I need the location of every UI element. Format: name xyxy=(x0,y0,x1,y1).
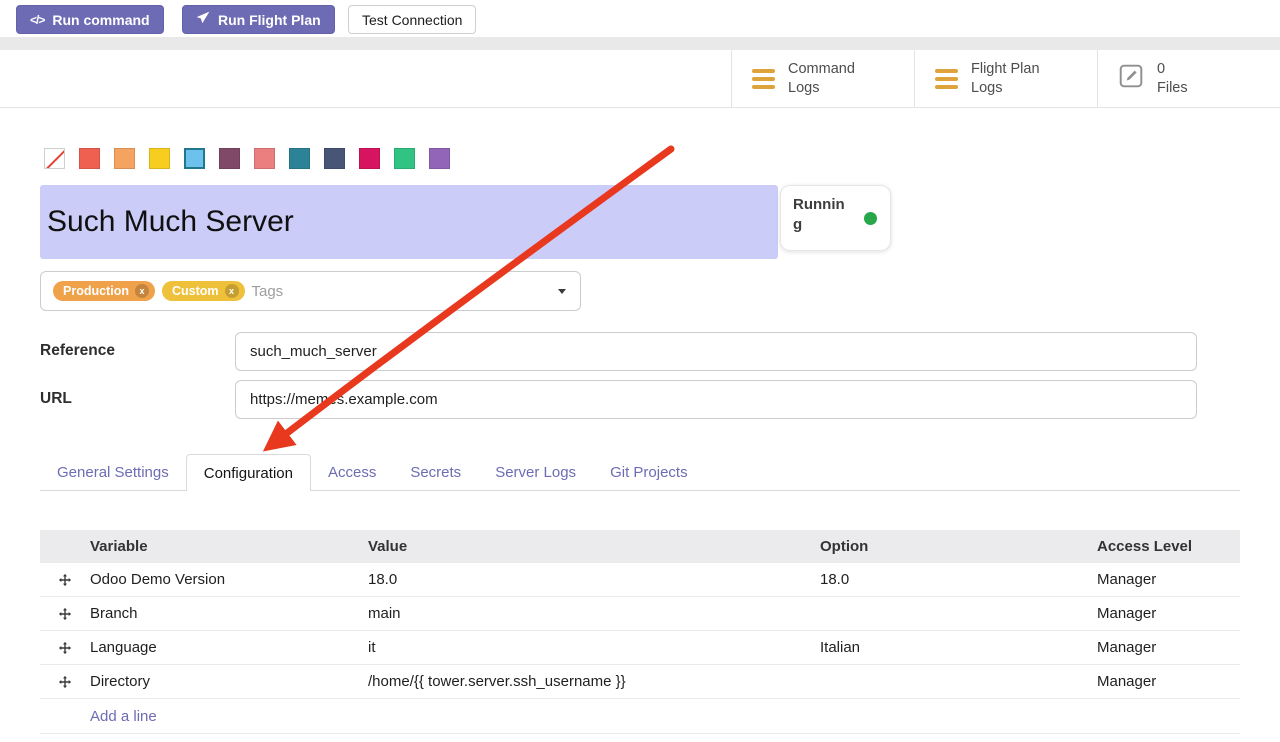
tags-field[interactable]: Production x Custom x Tags xyxy=(40,271,581,311)
table-body: Odoo Demo Version 18.0 18.0 Manager Bran… xyxy=(40,563,1240,699)
swatch-no-color[interactable] xyxy=(44,148,65,169)
run-flight-plan-label: Run Flight Plan xyxy=(218,12,321,28)
column-header-variable: Variable xyxy=(90,538,368,555)
table-header-row: Variable Value Option Access Level xyxy=(40,530,1240,563)
remove-tag-icon[interactable]: x xyxy=(225,284,239,298)
status-dot-icon xyxy=(864,212,877,225)
add-line-link[interactable]: Add a line xyxy=(90,708,157,725)
swatch-yellow[interactable] xyxy=(149,148,170,169)
cell-variable[interactable]: Branch xyxy=(90,605,368,622)
run-command-button[interactable]: </> Run command xyxy=(16,5,164,34)
add-line-row: Add a line xyxy=(40,699,1240,734)
server-name-input[interactable]: Such Much Server xyxy=(40,185,778,259)
paper-plane-icon xyxy=(196,11,210,28)
swatch-navy[interactable] xyxy=(324,148,345,169)
tag-production: Production x xyxy=(53,281,155,301)
tab-secrets[interactable]: Secrets xyxy=(393,454,478,491)
cell-option[interactable]: 18.0 xyxy=(820,571,1097,588)
status-button[interactable]: Running xyxy=(780,185,891,251)
remove-tag-icon[interactable]: x xyxy=(135,284,149,298)
server-name-text: Such Much Server xyxy=(47,205,294,239)
url-label: URL xyxy=(40,390,72,408)
drag-handle-icon[interactable] xyxy=(40,675,90,689)
edit-icon xyxy=(1118,63,1144,94)
column-header-access-level: Access Level xyxy=(1097,538,1240,555)
command-logs-label: Command Logs xyxy=(788,60,855,98)
column-header-value: Value xyxy=(368,538,820,555)
cell-access-level[interactable]: Manager xyxy=(1097,673,1240,690)
cell-value[interactable]: it xyxy=(368,639,820,656)
cell-variable[interactable]: Language xyxy=(90,639,368,656)
table-row[interactable]: Branch main Manager xyxy=(40,597,1240,631)
command-logs-button[interactable]: Command Logs xyxy=(731,50,914,107)
cell-value[interactable]: 18.0 xyxy=(368,571,820,588)
tab-git-projects[interactable]: Git Projects xyxy=(593,454,705,491)
cell-value[interactable]: /home/{{ tower.server.ssh_username }} xyxy=(368,673,820,690)
drag-handle-icon[interactable] xyxy=(40,607,90,621)
divider-strip xyxy=(0,37,1280,50)
table-row[interactable]: Odoo Demo Version 18.0 18.0 Manager xyxy=(40,563,1240,597)
chevron-down-icon[interactable] xyxy=(558,289,566,294)
list-icon xyxy=(935,69,958,89)
tags-placeholder: Tags xyxy=(252,283,284,300)
server-page: </> Run command Run Flight Plan Test Con… xyxy=(0,0,1280,742)
tag-custom: Custom x xyxy=(162,281,245,301)
swatch-cyan-selected[interactable] xyxy=(184,148,205,169)
cell-access-level[interactable]: Manager xyxy=(1097,571,1240,588)
run-command-label: Run command xyxy=(52,12,149,28)
reference-value: such_much_server xyxy=(250,343,377,360)
swatch-orange[interactable] xyxy=(114,148,135,169)
swatch-green[interactable] xyxy=(394,148,415,169)
table-row[interactable]: Directory /home/{{ tower.server.ssh_user… xyxy=(40,665,1240,699)
drag-handle-icon[interactable] xyxy=(40,573,90,587)
swatch-salmon[interactable] xyxy=(254,148,275,169)
files-button[interactable]: 0 Files xyxy=(1097,50,1280,107)
cell-access-level[interactable]: Manager xyxy=(1097,605,1240,622)
reference-label: Reference xyxy=(40,342,115,360)
test-connection-label: Test Connection xyxy=(362,12,462,28)
code-icon: </> xyxy=(30,13,44,27)
column-header-option: Option xyxy=(820,538,1097,555)
header-action-bar: Command Logs Flight Plan Logs 0 Files xyxy=(0,50,1280,108)
tab-server-logs[interactable]: Server Logs xyxy=(478,454,593,491)
tag-custom-label: Custom xyxy=(172,284,219,298)
test-connection-button[interactable]: Test Connection xyxy=(348,5,476,34)
url-value: https://memes.example.com xyxy=(250,391,438,408)
url-input[interactable]: https://memes.example.com xyxy=(235,380,1197,419)
cell-variable[interactable]: Directory xyxy=(90,673,368,690)
flight-plan-logs-label: Flight Plan Logs xyxy=(971,60,1040,98)
files-label: 0 Files xyxy=(1157,60,1188,98)
reference-input[interactable]: such_much_server xyxy=(235,332,1197,371)
configuration-table: Variable Value Option Access Level Odoo … xyxy=(40,530,1240,734)
table-row[interactable]: Language it Italian Manager xyxy=(40,631,1240,665)
run-flight-plan-button[interactable]: Run Flight Plan xyxy=(182,5,335,34)
swatch-red[interactable] xyxy=(79,148,100,169)
flight-plan-logs-button[interactable]: Flight Plan Logs xyxy=(914,50,1097,107)
tab-configuration[interactable]: Configuration xyxy=(186,454,311,491)
tag-production-label: Production xyxy=(63,284,129,298)
cell-option[interactable]: Italian xyxy=(820,639,1097,656)
drag-handle-icon[interactable] xyxy=(40,641,90,655)
status-label: Running xyxy=(793,195,849,236)
cell-value[interactable]: main xyxy=(368,605,820,622)
swatch-teal[interactable] xyxy=(289,148,310,169)
list-icon xyxy=(752,69,775,89)
tab-access[interactable]: Access xyxy=(311,454,393,491)
notebook-tabs: General Settings Configuration Access Se… xyxy=(40,454,705,491)
swatch-dark-purple[interactable] xyxy=(219,148,240,169)
cell-access-level[interactable]: Manager xyxy=(1097,639,1240,656)
tab-general-settings[interactable]: General Settings xyxy=(40,454,186,491)
cell-variable[interactable]: Odoo Demo Version xyxy=(90,571,368,588)
swatch-fuchsia[interactable] xyxy=(359,148,380,169)
color-palette xyxy=(44,148,450,169)
swatch-purple[interactable] xyxy=(429,148,450,169)
